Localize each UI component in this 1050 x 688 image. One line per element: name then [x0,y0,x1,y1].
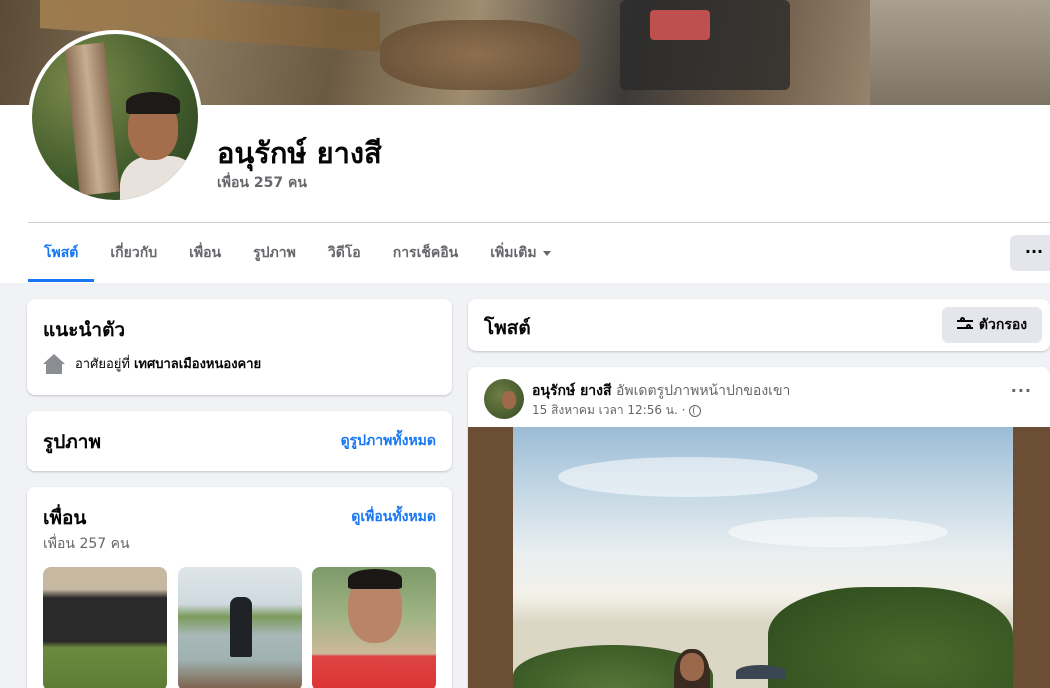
header-divider [28,222,1050,223]
intro-lives-row: อาศัยอยู่ที่ เทศบาลเมืองหนองคาย [43,353,261,374]
photos-card: รูปภาพ ดูรูปภาพทั้งหมด [27,411,452,471]
friends-title: เพื่อน [43,507,87,529]
cover-detail [870,0,1050,105]
tab-more[interactable]: เพิ่มเติม [474,232,566,282]
lives-place-link[interactable]: เทศบาลเมืองหนองคาย [134,353,261,374]
posts-header-card: โพสต์ ตัวกรอง [468,299,1050,351]
post-image[interactable] [468,427,1050,688]
post-meta: 15 สิงหาคม เวลา 12:56 น. · [532,401,702,420]
friends-count: เพื่อน 257 คน [43,536,130,552]
caret-down-icon [542,250,551,256]
filter-label: ตัวกรอง [978,317,1028,333]
see-all-friends-link[interactable]: ดูเพื่อนทั้งหมด [351,506,436,528]
post-card: อนุรักษ์ ยางสี อัพเดตรูปภาพหน้าปกของเขา … [468,367,1050,688]
friend-thumbnail[interactable] [312,567,436,688]
filter-button[interactable]: ตัวกรอง [942,307,1042,343]
tab-photos[interactable]: รูปภาพ [237,232,312,282]
profile-friend-count[interactable]: เพื่อน 257 คน [217,172,307,194]
lives-prefix: อาศัยอยู่ที่ [75,357,130,372]
post-timestamp[interactable]: 15 สิงหาคม เวลา 12:56 น. · [532,401,685,420]
intro-card: แนะนำตัว อาศัยอยู่ที่ เทศบาลเมืองหนองคาย [27,299,452,395]
filter-icon [956,317,973,331]
tab-friends[interactable]: เพื่อน [173,232,237,282]
post-header-line: อนุรักษ์ ยางสี อัพเดตรูปภาพหน้าปกของเขา [532,380,790,402]
tab-posts[interactable]: โพสต์ [28,232,95,282]
photos-title: รูปภาพ [43,431,101,453]
avatar-image [32,34,198,200]
profile-name: อนุรักษ์ ยางสี [217,136,382,170]
friend-thumbnail[interactable] [178,567,302,688]
profile-avatar[interactable] [28,30,202,204]
cover-detail [380,20,580,90]
tab-about[interactable]: เกี่ยวกับ [94,232,173,282]
friends-card: เพื่อน ดูเพื่อนทั้งหมด เพื่อน 257 คน [27,487,452,688]
home-icon [43,353,65,374]
post-menu-button[interactable]: ··· [1011,381,1032,400]
post-action-text: อัพเดตรูปภาพหน้าปกของเขา [615,383,791,399]
more-options-button[interactable]: ··· [1010,235,1050,271]
posts-title: โพสต์ [484,317,531,339]
intro-title: แนะนำตัว [43,319,126,341]
globe-icon [689,404,702,417]
post-author-avatar[interactable] [484,379,524,419]
tab-checkins[interactable]: การเช็คอิน [377,232,475,282]
cover-detail [650,10,710,40]
see-all-photos-link[interactable]: ดูรูปภาพทั้งหมด [341,430,436,452]
profile-tabs: โพสต์ เกี่ยวกับ เพื่อน รูปภาพ วิดีโอ การ… [28,232,567,282]
tab-more-label: เพิ่มเติม [490,245,537,261]
tab-videos[interactable]: วิดีโอ [312,232,377,282]
post-author-name[interactable]: อนุรักษ์ ยางสี [532,383,612,399]
friend-thumbnail[interactable] [43,567,167,688]
